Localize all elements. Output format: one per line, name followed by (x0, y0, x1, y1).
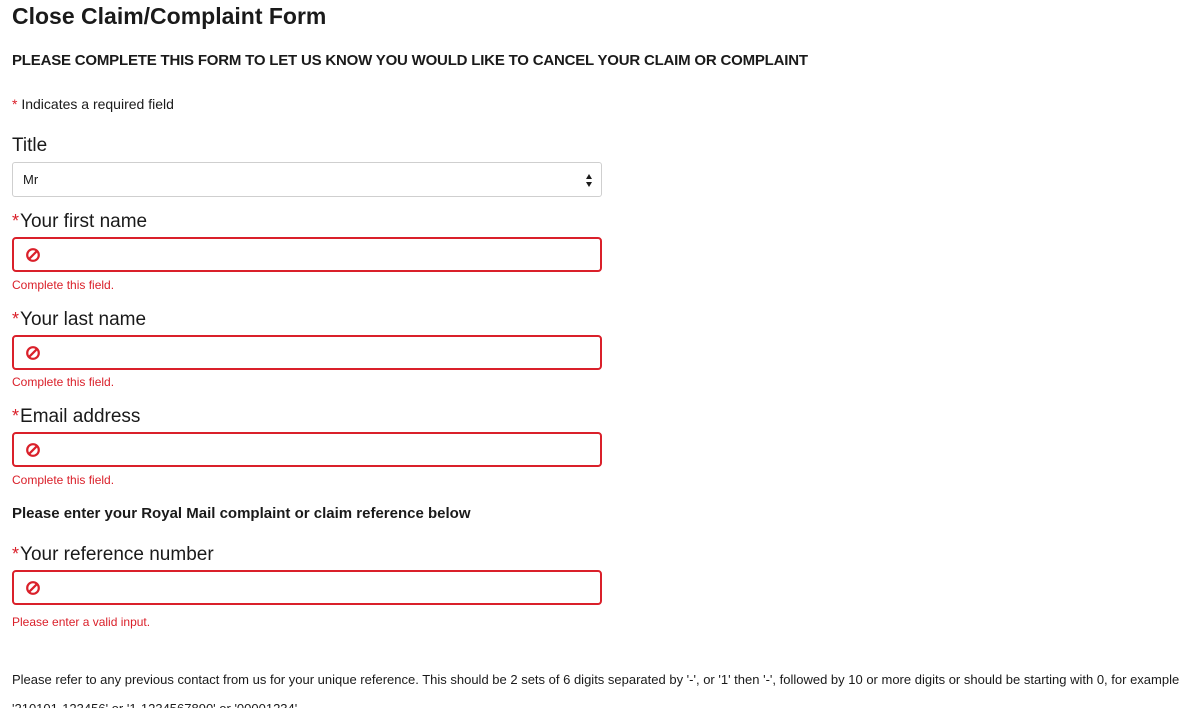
title-select[interactable]: Mr (12, 162, 602, 197)
required-field-note: * Indicates a required field (12, 96, 174, 112)
required-star: * (12, 406, 20, 426)
title-label: Title (12, 135, 48, 156)
email-error: Complete this field. (12, 473, 115, 487)
required-note-text: Indicates a required field (21, 96, 174, 112)
no-entry-icon (26, 443, 40, 457)
reference-input[interactable] (12, 570, 602, 605)
no-entry-icon (26, 346, 40, 360)
email-input[interactable] (12, 432, 602, 467)
first-name-label: *Your first name (12, 211, 147, 233)
email-label-text: Email address (20, 406, 141, 427)
no-entry-icon (26, 581, 40, 595)
reference-intro: Please enter your Royal Mail complaint o… (12, 505, 471, 522)
reference-label: *Your reference number (12, 544, 214, 566)
no-entry-icon (26, 248, 40, 262)
required-star: * (12, 96, 18, 112)
up-down-arrows-icon (586, 174, 592, 187)
first-name-input[interactable] (12, 237, 602, 272)
required-star: * (12, 309, 20, 329)
required-star: * (12, 544, 20, 564)
close-claim-form-page: Close Claim/Complaint Form PLEASE COMPLE… (0, 0, 1200, 708)
title-selected-value: Mr (23, 172, 39, 187)
last-name-label: *Your last name (12, 309, 146, 331)
last-name-input[interactable] (12, 335, 602, 370)
first-name-error: Complete this field. (12, 278, 115, 292)
reference-error: Please enter a valid input. (12, 615, 151, 629)
last-name-label-text: Your last name (20, 309, 147, 330)
required-star: * (12, 211, 20, 231)
page-title: Close Claim/Complaint Form (12, 3, 327, 29)
last-name-error: Complete this field. (12, 375, 115, 389)
reference-label-text: Your reference number (20, 544, 214, 565)
form-subheading: PLEASE COMPLETE THIS FORM TO LET US KNOW… (12, 52, 808, 69)
first-name-label-text: Your first name (20, 211, 148, 232)
email-label: *Email address (12, 406, 140, 428)
reference-help-text: Please refer to any previous contact fro… (12, 672, 1180, 708)
